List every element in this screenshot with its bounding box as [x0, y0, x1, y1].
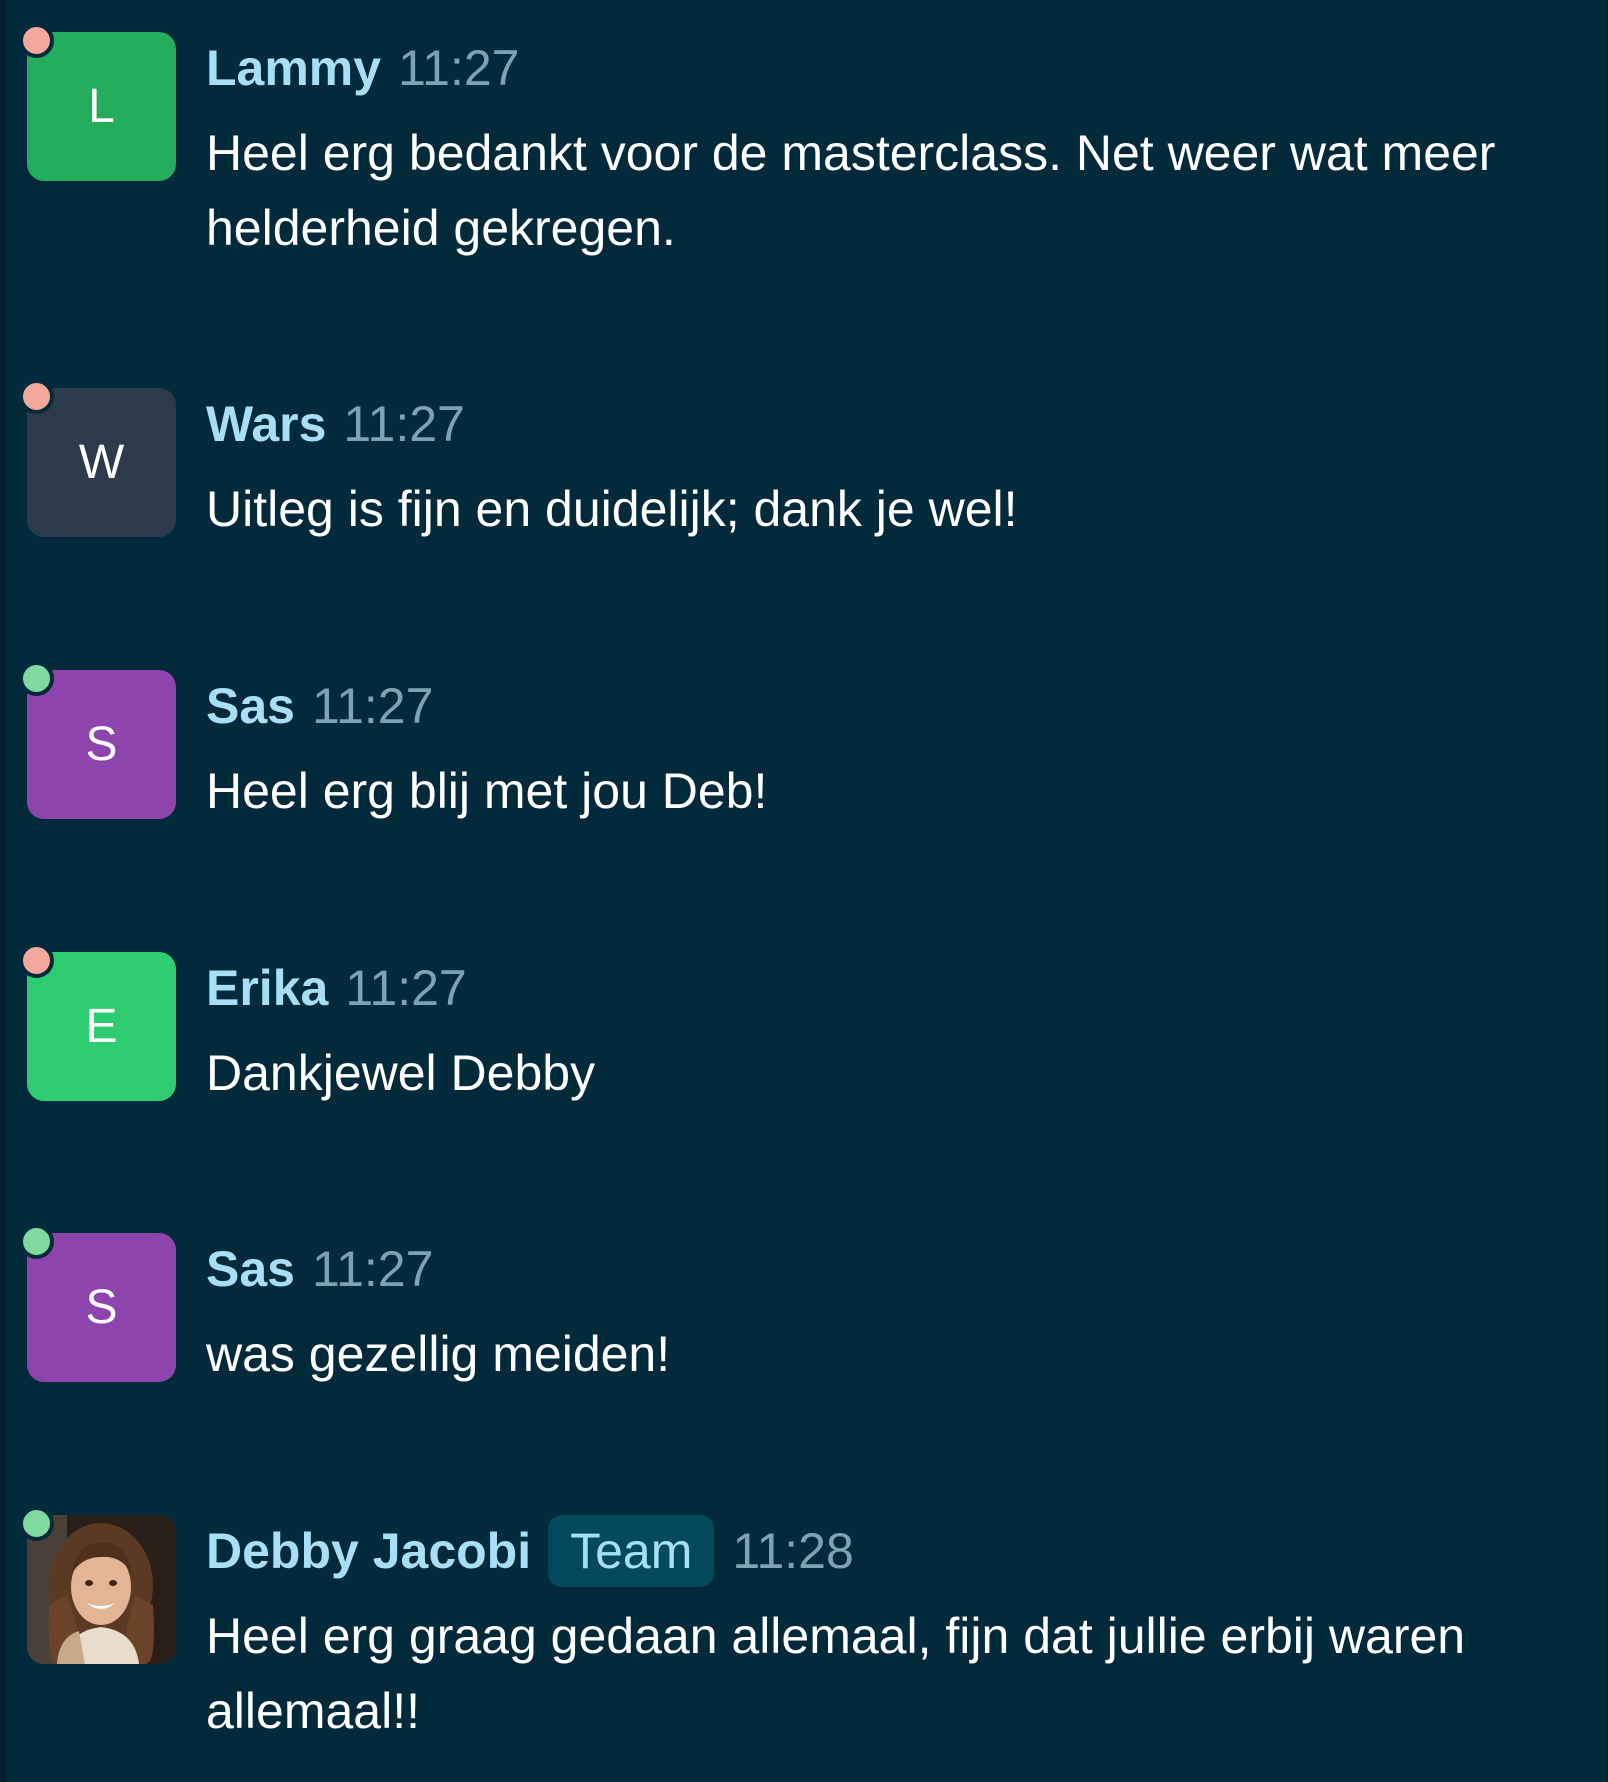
message-header: Wars 11:27	[206, 394, 465, 454]
timestamp[interactable]: 11:27	[312, 677, 433, 735]
team-badge: Team	[548, 1515, 715, 1587]
message-text: Heel erg bedankt voor de masterclass. Ne…	[206, 125, 1496, 256]
presence-indicator-online	[19, 1506, 54, 1541]
timestamp[interactable]: 11:28	[732, 1522, 853, 1580]
avatar[interactable]: S	[27, 670, 176, 819]
presence-indicator-away	[19, 23, 54, 58]
avatar-initial: L	[88, 80, 115, 133]
avatar-initial: E	[85, 1000, 118, 1053]
avatar-initial: S	[85, 1281, 118, 1334]
message-text: Heel erg graag gedaan allemaal, fijn dat…	[206, 1608, 1466, 1739]
author-name[interactable]: Debby Jacobi	[206, 1522, 531, 1580]
message-header: Sas 11:27	[206, 676, 433, 736]
avatar[interactable]: S	[27, 1233, 176, 1382]
presence-indicator-away	[19, 943, 54, 978]
author-name[interactable]: Sas	[206, 677, 295, 735]
message-header: Sas 11:27	[206, 1239, 433, 1299]
author-name[interactable]: Lammy	[206, 39, 381, 97]
portrait-image	[27, 1515, 176, 1664]
author-name[interactable]: Erika	[206, 959, 328, 1017]
author-name[interactable]: Wars	[206, 395, 326, 453]
avatar-photo[interactable]	[27, 1515, 176, 1664]
timestamp[interactable]: 11:27	[312, 1240, 433, 1298]
message-text: Dankjewel Debby	[206, 1045, 596, 1101]
timestamp[interactable]: 11:27	[398, 39, 519, 97]
left-border	[0, 0, 6, 1782]
author-name[interactable]: Sas	[206, 1240, 295, 1298]
message-text: was gezellig meiden!	[206, 1326, 671, 1382]
message-text: Heel erg blij met jou Deb!	[206, 763, 768, 819]
timestamp[interactable]: 11:27	[345, 959, 466, 1017]
avatar-initial: S	[85, 718, 118, 771]
timestamp[interactable]: 11:27	[343, 395, 464, 453]
presence-indicator-online	[19, 661, 54, 696]
message-header: Debby Jacobi Team 11:28	[206, 1515, 854, 1587]
presence-indicator-online	[19, 1224, 54, 1259]
message-text: Uitleg is fijn en duidelijk; dank je wel…	[206, 481, 1018, 537]
message-header: Erika 11:27	[206, 958, 467, 1018]
avatar[interactable]: E	[27, 952, 176, 1101]
avatar[interactable]: L	[27, 32, 176, 181]
presence-indicator-away	[19, 379, 54, 414]
avatar[interactable]: W	[27, 388, 176, 537]
avatar-initial: W	[78, 436, 125, 489]
message-header: Lammy 11:27	[206, 38, 520, 98]
